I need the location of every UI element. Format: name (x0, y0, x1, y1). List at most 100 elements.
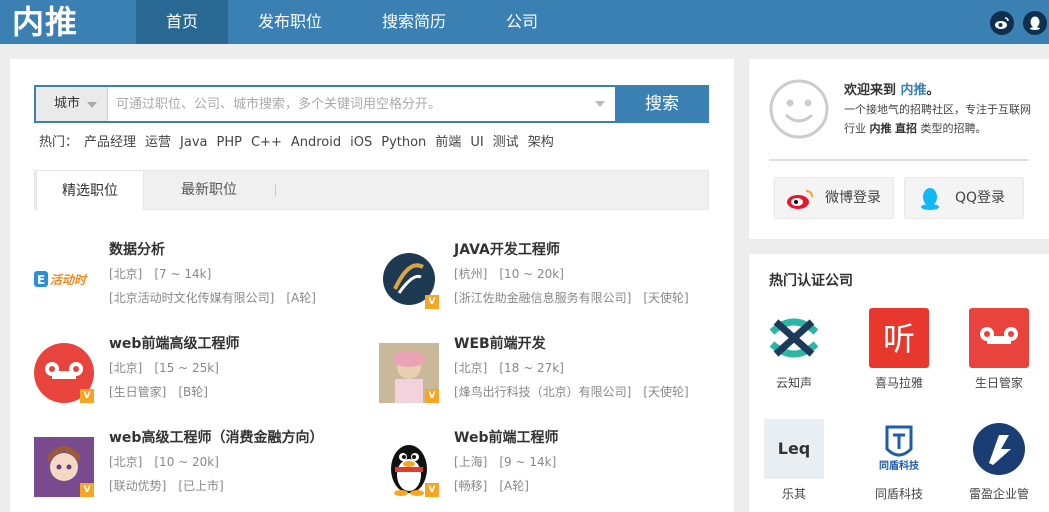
job-company-line: [烽鸟出行科技（北京）有限公司] [天使轮] (454, 383, 701, 400)
job-city: [北京] (109, 267, 143, 281)
welcome-prefix: 欢迎来到 (844, 83, 901, 98)
job-card[interactable]: V WEB前端开发 [北京] [18 ~ 27k] [烽鸟出行科技（北京）有限公司… (379, 333, 709, 413)
welcome-brand[interactable]: 内推 (901, 83, 927, 98)
nav-search-resume[interactable]: 搜索简历 (368, 0, 460, 44)
zuozhu-logo: V (379, 249, 439, 309)
search-input[interactable] (116, 87, 606, 121)
hot-keyword[interactable]: Java (180, 135, 207, 150)
welcome-suffix: 。 (926, 83, 940, 98)
search-bar: 城市 搜索 (34, 85, 709, 123)
hot-keyword[interactable]: 运营 (145, 135, 171, 150)
job-salary: [18 ~ 27k] (499, 361, 564, 375)
job-card[interactable]: V web前端高级工程师 [北京] [15 ~ 25k] [生日管家] [B轮] (34, 333, 364, 413)
hot-keywords: 热门： 产品经理 运营 Java PHP C++ Android iOS Python 前端 UI 测… (39, 134, 563, 152)
job-title[interactable]: web前端高级工程师 (109, 333, 239, 353)
hot-keyword[interactable]: 前端 (435, 135, 461, 150)
job-company-line: [浙江佐助金融信息服务有限公司] [天使轮] (454, 289, 701, 306)
job-company: [浙江佐助金融信息服务有限公司] (454, 291, 632, 305)
tongdun-logo-text: 同盾科技 (879, 459, 920, 472)
company-item[interactable]: 云知声 (749, 308, 839, 398)
weibo-icon (787, 190, 813, 209)
search-dropdown-icon[interactable] (595, 101, 605, 107)
hot-keyword[interactable]: Android (291, 135, 341, 150)
job-meta: [上海] [9 ~ 14k] (454, 453, 568, 470)
job-title[interactable]: WEB前端开发 (454, 333, 546, 353)
photo-logo: V (379, 343, 439, 403)
job-city: [北京] (109, 361, 143, 375)
hot-keyword[interactable]: C++ (251, 135, 282, 150)
huodongshi-logo: E 活动时 (34, 249, 94, 309)
job-company-line: [北京活动时文化传媒有限公司] [A轮] (109, 289, 328, 306)
job-card[interactable]: V Web前端工程师 [上海] [9 ~ 14k] [畅移] [A轮] (379, 427, 709, 507)
company-item[interactable]: 生日管家 (954, 308, 1044, 398)
job-title[interactable]: Web前端工程师 (454, 427, 558, 447)
company-item[interactable]: 同盾科技 同盾科技 (854, 419, 944, 509)
nav-home[interactable]: 首页 (136, 0, 228, 44)
job-company-line: [生日管家] [B轮] (109, 383, 220, 400)
hot-keyword[interactable]: 测试 (493, 135, 519, 150)
qq-login-button[interactable]: QQ登录 (904, 177, 1024, 219)
job-title[interactable]: JAVA开发工程师 (454, 239, 560, 259)
company-item[interactable]: 雷盈企业管 (954, 419, 1044, 509)
ximalaya-logo: 听 (869, 308, 929, 368)
main-panel: 城市 搜索 热门： 产品经理运营 Java PHP C++ Android iOS Pytho… (10, 59, 734, 512)
tab-divider (275, 184, 276, 197)
hot-keyword[interactable]: 产品经理 (84, 135, 136, 150)
job-meta: [北京] [7 ~ 14k] (109, 265, 223, 282)
verified-badge: V (425, 295, 439, 309)
job-company: [北京活动时文化传媒有限公司] (109, 291, 275, 305)
job-meta: [北京] [15 ~ 25k] (109, 359, 231, 376)
job-card[interactable]: V web高级工程师（消费金融方向） [北京] [10 ~ 20k] [联动优势]… (34, 427, 364, 507)
verified-badge: V (425, 389, 439, 403)
job-tabs: 精选职位 最新职位 (34, 170, 709, 210)
hot-keyword[interactable]: 架构 (528, 135, 554, 150)
weibo-icon[interactable] (990, 11, 1014, 35)
company-name: 雷盈企业管 (968, 487, 1029, 501)
site-intro: 一个接地气的招聘社区，专注于互联网行业 内推 直招 类型的招聘。 (844, 100, 1039, 138)
site-logo[interactable]: 内推 (12, 2, 78, 42)
penguin-logo: V (379, 437, 439, 497)
leqi-logo: Leq (764, 419, 824, 479)
company-name: 乐其 (781, 487, 806, 501)
weibo-login-label: 微博登录 (825, 190, 881, 206)
search-button[interactable]: 搜索 (615, 85, 709, 123)
job-title[interactable]: web高级工程师（消费金融方向） (109, 427, 323, 447)
company-name: 喜马拉雅 (874, 376, 923, 390)
nav-company[interactable]: 公司 (495, 0, 549, 44)
smiley-avatar-icon (769, 79, 829, 139)
nav-post-job[interactable]: 发布职位 (245, 0, 335, 44)
welcome-text: 欢迎来到 内推。 (844, 79, 940, 98)
svg-text:活动时: 活动时 (50, 273, 88, 287)
job-company-line: [畅移] [A轮] (454, 477, 541, 494)
company-name: 云知声 (775, 376, 812, 390)
weibo-login-button[interactable]: 微博登录 (774, 177, 894, 219)
job-title[interactable]: 数据分析 (109, 239, 165, 259)
job-city: [上海] (454, 455, 488, 469)
tab-featured-jobs[interactable]: 精选职位 (36, 170, 144, 210)
job-salary: [10 ~ 20k] (154, 455, 219, 469)
hot-label: 热门： (39, 135, 79, 150)
shengri-logo: V (34, 343, 94, 403)
company-name: 生日管家 (974, 376, 1023, 390)
hot-keyword[interactable]: UI (470, 135, 483, 150)
qq-icon[interactable] (1023, 11, 1047, 35)
job-card[interactable]: V JAVA开发工程师 [杭州] [10 ~ 20k] [浙江佐助金融信息服务有限… (379, 239, 709, 319)
job-stage: [A轮] (499, 479, 529, 493)
company-name: 同盾科技 (874, 487, 923, 501)
company-item[interactable]: 听 喜马拉雅 (854, 308, 944, 398)
city-select[interactable]: 城市 (36, 87, 108, 121)
shengri-logo (969, 308, 1029, 368)
intro-bold: 直招 (895, 122, 917, 135)
ximalaya-logo-text: 听 (883, 320, 915, 358)
job-company: [联动优势] (109, 479, 167, 493)
hot-companies-panel: 热门认证公司 云知声 听 喜马拉雅 生日管家 Leq 乐其 同盾科技 同盾科技 … (749, 254, 1049, 512)
job-salary: [9 ~ 14k] (499, 455, 557, 469)
job-card[interactable]: E 活动时 数据分析 [北京] [7 ~ 14k] [北京活动时文化传媒有限公司]… (34, 239, 364, 319)
company-item[interactable]: Leq 乐其 (749, 419, 839, 509)
hot-keyword[interactable]: iOS (350, 135, 372, 150)
hot-keyword[interactable]: Python (381, 135, 426, 150)
tab-latest-jobs[interactable]: 最新职位 (153, 170, 265, 210)
login-panel: 欢迎来到 内推。 一个接地气的招聘社区，专注于互联网行业 内推 直招 类型的招聘… (749, 59, 1049, 239)
hot-keyword[interactable]: PHP (217, 135, 242, 150)
leqi-logo-text: Leq (778, 439, 811, 458)
